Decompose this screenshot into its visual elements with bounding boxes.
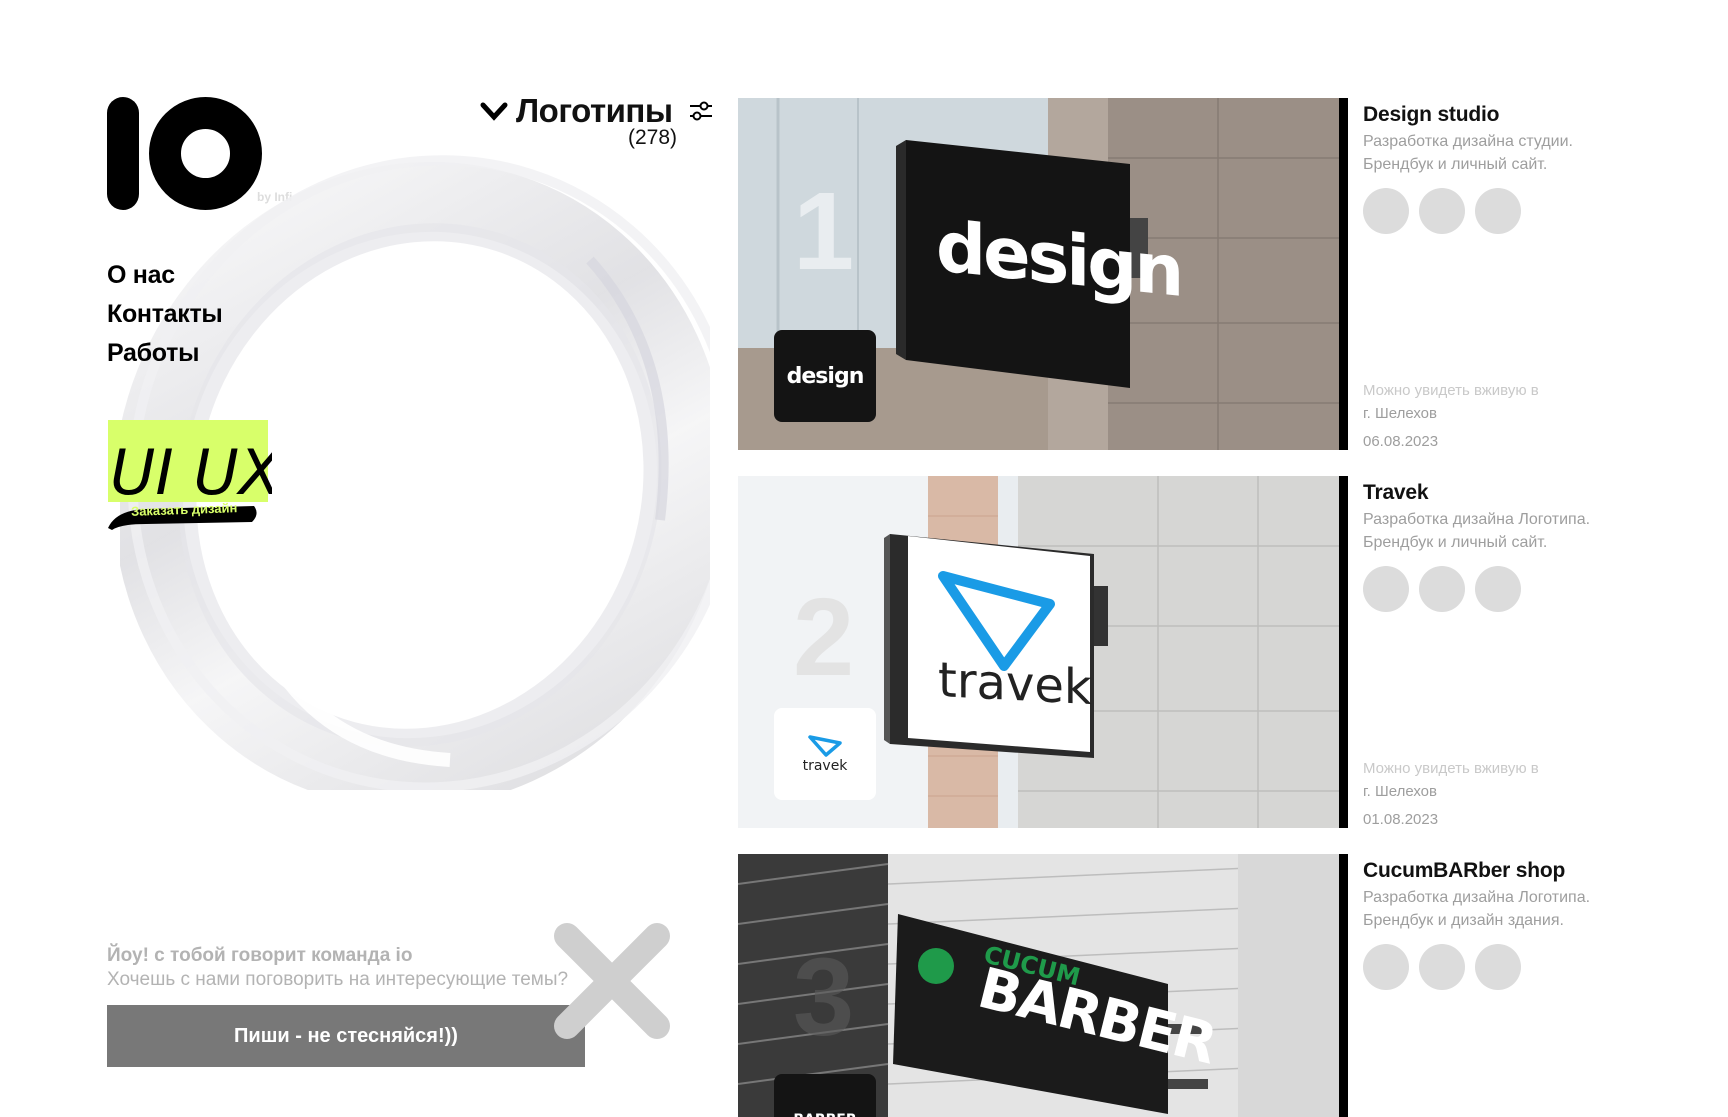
project-logo-thumb: travek: [774, 708, 876, 800]
project-info-cucumbarber: CucumBARber shop Разработка дизайна Лого…: [1363, 858, 1623, 990]
category-title: Логотипы: [516, 92, 673, 129]
project-city: г. Шелехов: [1363, 405, 1437, 422]
project-desc-line1: Разработка дизайна студии.: [1363, 133, 1573, 150]
thumb-logo-text: travek: [802, 758, 848, 774]
order-design-promo[interactable]: UI UX Заказать дизайн: [106, 418, 272, 533]
project-logo-thumb: BARBER: [774, 1074, 876, 1117]
avatar[interactable]: [1363, 188, 1409, 234]
avatar[interactable]: [1475, 944, 1521, 990]
project-number: 2: [793, 576, 855, 699]
nav-item-contacts[interactable]: Контакты: [107, 295, 223, 334]
chat-invite: Йоу! с тобой говорит команда io Хочешь с…: [107, 944, 587, 1067]
project-logo-thumb: design: [774, 330, 876, 422]
project-live-label: Можно увидеть вживую в: [1363, 382, 1539, 399]
project-info-design-studio: Design studio Разработка дизайна студии.…: [1363, 102, 1623, 452]
chat-greeting: Йоу! с тобой говорит команда io: [107, 945, 413, 966]
project-number: 1: [793, 170, 855, 293]
logo-bar-shape: [107, 97, 139, 210]
project-city: г. Шелехов: [1363, 783, 1437, 800]
card-divider: [1339, 98, 1348, 450]
travek-logo-icon: [808, 735, 842, 757]
main-nav: О нас Контакты Работы: [107, 256, 223, 373]
logo-byline: by Infi: [257, 190, 293, 204]
write-us-button[interactable]: Пиши - не стесняйся!)): [107, 1005, 585, 1067]
avatar[interactable]: [1363, 944, 1409, 990]
chevron-down-icon: [480, 102, 508, 121]
project-info-travek: Travek Разработка дизайна Логотипа. Брен…: [1363, 480, 1623, 830]
project-card-cucumbarber[interactable]: 3 CUCUM BARBER BARBER: [738, 854, 1348, 1117]
thumb-logo-text: BARBER: [793, 1112, 856, 1117]
project-date: 01.08.2023: [1363, 811, 1439, 828]
project-date: 06.08.2023: [1363, 433, 1439, 450]
logo-ring-shape: [149, 97, 262, 210]
nav-item-about[interactable]: О нас: [107, 256, 222, 295]
card-divider: [1339, 854, 1348, 1117]
project-card-design-studio[interactable]: 1 design design: [738, 98, 1348, 450]
avatar[interactable]: [1475, 188, 1521, 234]
project-name[interactable]: Travek: [1363, 480, 1623, 506]
filter-icon[interactable]: [687, 97, 715, 125]
close-icon[interactable]: [553, 922, 671, 1040]
project-photo: 2 travek travek: [738, 476, 1339, 828]
project-desc-line2: Брендбук и личный сайт.: [1363, 534, 1548, 551]
category-count: (278): [628, 126, 678, 149]
promo-badge-text: UI UX: [110, 436, 272, 509]
project-photo: 3 CUCUM BARBER BARBER: [738, 854, 1339, 1117]
avatar[interactable]: [1419, 188, 1465, 234]
project-desc-line2: Брендбук и дизайн здания.: [1363, 912, 1564, 929]
card-divider: [1339, 476, 1348, 828]
project-avatars: [1363, 566, 1623, 612]
chat-question: Хочешь с нами поговорить на интересующие…: [107, 969, 569, 990]
avatar[interactable]: [1419, 566, 1465, 612]
io-logo[interactable]: [107, 97, 262, 210]
avatar[interactable]: [1363, 566, 1409, 612]
avatar[interactable]: [1419, 944, 1465, 990]
project-avatars: [1363, 944, 1623, 990]
avatar[interactable]: [1475, 566, 1521, 612]
project-name[interactable]: CucumBARber shop: [1363, 858, 1623, 884]
project-desc-line2: Брендбук и личный сайт.: [1363, 156, 1548, 173]
project-avatars: [1363, 188, 1623, 234]
thumb-logo-text: design: [786, 363, 865, 389]
project-name[interactable]: Design studio: [1363, 102, 1623, 128]
project-desc-line1: Разработка дизайна Логотипа.: [1363, 889, 1591, 906]
project-live-label: Можно увидеть вживую в: [1363, 760, 1539, 777]
sign-logo-text: travek: [938, 651, 1092, 717]
project-card-travek[interactable]: 2 travek travek: [738, 476, 1348, 828]
nav-item-works[interactable]: Работы: [107, 334, 222, 373]
project-number: 3: [793, 936, 855, 1059]
project-desc-line1: Разработка дизайна Логотипа.: [1363, 511, 1591, 528]
category-selector[interactable]: Логотипы: [480, 92, 715, 130]
project-photo: 1 design design: [738, 98, 1339, 450]
